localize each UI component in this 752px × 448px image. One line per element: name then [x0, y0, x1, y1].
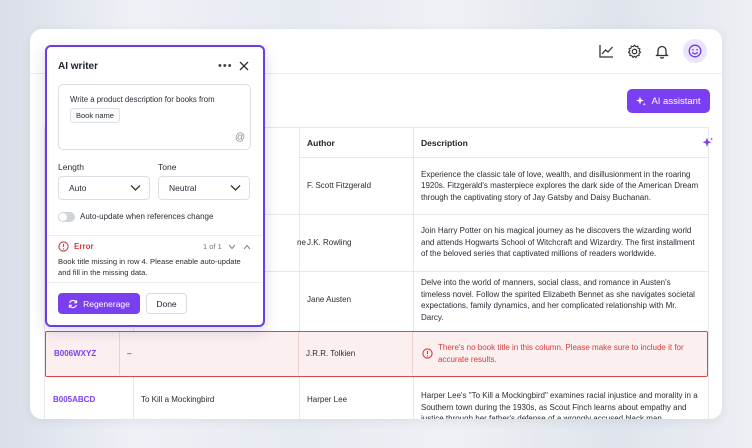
table-cell-author: Jane Austen	[307, 295, 352, 305]
tone-label: Tone	[158, 162, 177, 172]
error-message: Book title missing in row 4. Please enab…	[58, 257, 241, 277]
table-cell-description: Delve into the world of manners, social …	[421, 278, 695, 322]
auto-update-label: Auto-update when references change	[80, 212, 214, 221]
table-cell-title: To Kill a Mockingbird	[141, 395, 215, 404]
ai-assistant-label: AI assistant	[651, 95, 701, 107]
sparkle-icon	[636, 96, 647, 106]
chevron-down-icon	[130, 185, 141, 191]
table-cell-description: Join Harry Potter on his magical journey…	[421, 226, 695, 259]
close-icon[interactable]	[237, 59, 251, 73]
error-title: Error	[74, 242, 94, 251]
ai-assistant-button[interactable]: AI assistant	[627, 89, 710, 113]
chevron-up-icon[interactable]	[243, 244, 251, 250]
table-cell-description: Experience the classic tale of love, wea…	[421, 169, 699, 202]
table-cell-author: F. Scott Fitzgerald	[307, 181, 372, 191]
error-icon	[58, 241, 69, 252]
tone-select[interactable]: Neutral	[158, 176, 250, 200]
column-header-description[interactable]: Description	[413, 128, 714, 158]
smiley-icon[interactable]	[683, 39, 707, 63]
bell-icon[interactable]	[653, 42, 671, 60]
error-count: 1 of 1	[203, 242, 222, 251]
error-section: Error 1 of 1 Book title missing in row 4…	[47, 235, 262, 283]
reference-chip[interactable]: Book name	[70, 108, 120, 123]
table-cell-code[interactable]: B006WXYZ	[46, 332, 119, 375]
length-label: Length	[58, 162, 84, 172]
prompt-text: Write a product description for books fr…	[70, 95, 215, 104]
table-cell-author: J.R.R. Tolkien	[306, 348, 356, 358]
table-cell-author: J.K. Rowling	[307, 237, 352, 247]
table-cell-title: –	[127, 348, 132, 358]
table-cell-error-message: There's no book title in this column. Pl…	[438, 343, 684, 364]
length-select[interactable]: Auto	[58, 176, 150, 200]
prompt-input[interactable]: Write a product description for books fr…	[58, 84, 251, 150]
gear-icon[interactable]	[625, 42, 643, 60]
at-mention-icon[interactable]: @	[235, 132, 245, 143]
column-header-author[interactable]: Author	[299, 128, 413, 158]
table-row-error[interactable]: B006WXYZ – J.R.R. Tolkien There's no boo…	[45, 331, 708, 377]
more-icon[interactable]: •••	[218, 60, 233, 72]
auto-update-toggle[interactable]	[58, 212, 75, 222]
table-cell-description: Harper Lee's "To Kill a Mockingbird" exa…	[421, 391, 698, 419]
chevron-down-icon	[230, 185, 241, 191]
chart-icon[interactable]	[597, 42, 615, 60]
table-cell-author: Harper Lee	[307, 395, 348, 404]
done-button[interactable]: Done	[146, 293, 187, 314]
panel-title: AI writer	[58, 61, 99, 72]
chevron-down-icon[interactable]	[228, 244, 236, 250]
table-cell-code[interactable]: B005ABCD	[45, 381, 133, 419]
refresh-icon	[68, 299, 78, 308]
ai-writer-panel: AI writer ••• Write a product descriptio…	[45, 45, 265, 327]
sparkle-icon[interactable]	[702, 137, 714, 149]
regenerate-button[interactable]: Regenerage	[58, 293, 140, 314]
